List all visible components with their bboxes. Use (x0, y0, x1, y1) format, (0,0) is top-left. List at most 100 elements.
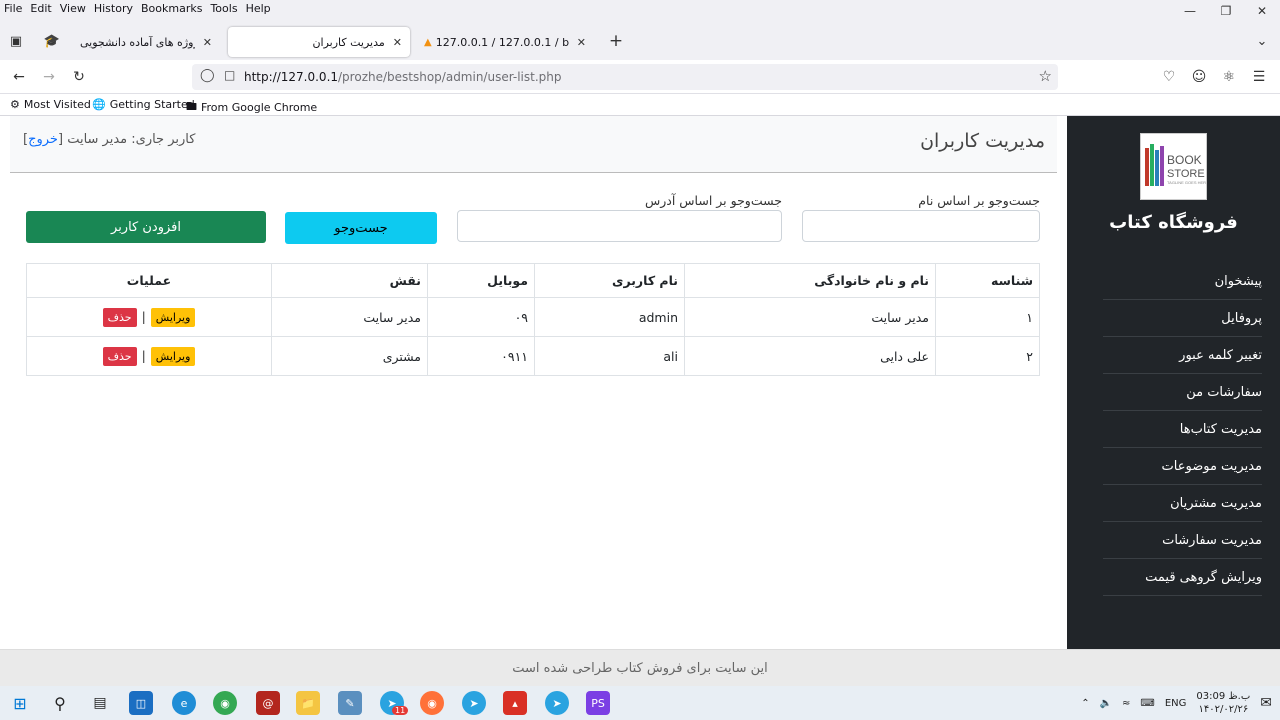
menu-view[interactable]: View (60, 2, 86, 15)
menu-bookmarks[interactable]: Bookmarks (141, 2, 202, 15)
sidebar-item-manage-topics[interactable]: مدیریت موضوعات (1103, 448, 1262, 485)
app-icon[interactable]: @ (256, 691, 280, 715)
current-user-info: کاربر جاری: مدیر سایت [خروج] (23, 132, 196, 147)
keyboard-icon[interactable]: ⌨ (1140, 698, 1154, 709)
menu-help[interactable]: Help (246, 2, 271, 15)
users-table: شناسه نام و نام خانوادگی نام کاربری موبا… (26, 263, 1040, 376)
list-tabs-icon[interactable]: ⌄ (1252, 31, 1272, 51)
tab-overview-icon[interactable]: ▣ (6, 31, 26, 51)
bookmark-label: Getting Started (109, 98, 195, 111)
sidebar-item-my-orders[interactable]: سفارشات من (1103, 374, 1262, 411)
account-icon[interactable]: ☺ (1188, 66, 1210, 88)
notifications-icon[interactable]: ✉ (1260, 695, 1272, 711)
column-role: نقش (271, 263, 428, 298)
clock-time: 03:09 ب.ظ (1196, 691, 1251, 702)
sidebar-item-bulk-price-edit[interactable]: ویرایش گروهی قیمت (1103, 559, 1262, 596)
sidebar-item-manage-customers[interactable]: مدیریت مشتریان (1103, 485, 1262, 522)
cell-role: مدیر سایت (271, 297, 428, 337)
bookmarks-toolbar: ⚙ Most Visited 🌐 Getting Started 🖿 From Goo… (0, 94, 1280, 116)
sidebar-item-profile[interactable]: پروفایل (1103, 300, 1262, 337)
tab-title: پروژه های آماده دانشجویی (80, 35, 195, 49)
forward-icon[interactable]: → (38, 66, 60, 88)
close-tab-icon[interactable]: ✕ (577, 36, 586, 49)
reload-icon[interactable]: ↻ (68, 66, 90, 88)
bookmark-getting-started[interactable]: 🌐 Getting Started (92, 98, 195, 111)
column-fullname: نام و نام خانوادگی (684, 263, 936, 298)
search-icon[interactable]: ⚲ (48, 691, 72, 715)
tab-user-management[interactable]: مدیریت کاربران ✕ (228, 27, 410, 57)
chevron-up-icon[interactable]: ⌃ (1081, 698, 1089, 709)
delete-button[interactable]: حذف (102, 307, 137, 327)
extensions-icon[interactable]: ⚛ (1218, 66, 1240, 88)
task-view-icon[interactable]: ▤ (88, 691, 112, 715)
delete-button[interactable]: حذف (102, 346, 137, 366)
restore-icon[interactable]: ❐ (1208, 0, 1244, 22)
url-text[interactable]: http://127.0.0.1/prozhe/bestshop/admin/u… (244, 70, 562, 84)
store-icon[interactable]: ◫ (129, 691, 153, 715)
edit-button[interactable]: ویرایش (150, 307, 196, 327)
bookmark-from-chrome[interactable]: 🖿 From Google Chrome (186, 98, 317, 117)
shield-icon[interactable]: ◯ (200, 68, 215, 83)
pdf-reader-icon[interactable]: ▴ (503, 691, 527, 715)
sidebar-item-manage-orders[interactable]: مدیریت سفارشات (1103, 522, 1262, 559)
phpstorm-icon[interactable]: PS (586, 691, 610, 715)
sidebar-item-dashboard[interactable]: پیشخوان (1103, 263, 1262, 300)
search-name-input[interactable] (802, 210, 1040, 242)
close-window-icon[interactable]: ✕ (1244, 0, 1280, 22)
cell-username: ali (534, 336, 685, 376)
globe-icon: 🌐 (92, 98, 106, 111)
chrome-icon[interactable]: ◉ (213, 691, 237, 715)
minimize-icon[interactable]: — (1172, 0, 1208, 22)
new-tab-icon[interactable]: + (606, 31, 626, 51)
menu-file[interactable]: File (4, 2, 22, 15)
folder-icon: 🖿 (186, 100, 197, 113)
clock-date: ۱۴۰۲/۰۲/۲۶ (1198, 704, 1249, 715)
notepad-icon[interactable]: ✎ (338, 691, 362, 715)
cell-username: admin (534, 297, 685, 337)
pocket-icon[interactable]: ♡ (1158, 66, 1180, 88)
logout-link[interactable]: خروج (28, 132, 58, 147)
close-tab-icon[interactable]: ✕ (203, 36, 212, 49)
wifi-icon[interactable]: ≈ (1122, 698, 1130, 709)
books-logo-icon: BOOK STORE TAGLINE GOES HERE (1145, 144, 1209, 186)
edit-button[interactable]: ویرایش (150, 346, 196, 366)
bookmark-most-visited[interactable]: ⚙ Most Visited (10, 98, 91, 111)
close-tab-icon[interactable]: ✕ (393, 36, 402, 49)
column-username: نام کاربری (534, 263, 685, 298)
windows-taskbar: ⊞ ⚲ ▤ ◫ e ◉ @ 📁 ✎ ➤ 11 ◉ ➤ ▴ ➤ PS ⌃ 🔈 ≈ … (0, 686, 1280, 720)
menu-tools[interactable]: Tools (210, 2, 237, 15)
telegram-2-icon[interactable]: ➤ (462, 691, 486, 715)
back-icon[interactable]: ← (8, 66, 30, 88)
app-menu-icon[interactable]: ☰ (1248, 66, 1270, 88)
language-indicator[interactable]: ENG (1165, 698, 1187, 709)
clock[interactable]: 03:09 ب.ظ ۱۴۰۲/۰۲/۲۶ (1196, 690, 1250, 716)
cell-role: مشتری (271, 336, 428, 376)
page-title: مدیریت کاربران (920, 130, 1045, 152)
windows-start-icon[interactable]: ⊞ (8, 691, 32, 715)
add-user-button[interactable]: افزودن کاربر (26, 211, 266, 243)
menu-bar: File Edit View History Bookmarks Tools H… (0, 0, 1280, 22)
cell-id: ۲ (935, 336, 1040, 376)
pinned-tab-icon[interactable]: 🎓 (42, 31, 62, 51)
firefox-icon[interactable]: ◉ (420, 691, 444, 715)
menu-history[interactable]: History (94, 2, 133, 15)
volume-icon[interactable]: 🔈 (1100, 698, 1112, 709)
cell-fullname: مدیر سایت (684, 297, 936, 337)
sidebar-item-change-password[interactable]: تغییر کلمه عبور (1103, 337, 1262, 374)
file-explorer-icon[interactable]: 📁 (296, 691, 320, 715)
table-header-row: شناسه نام و نام خانوادگی نام کاربری موبا… (26, 263, 1040, 298)
tab-title: مدیریت کاربران (312, 35, 385, 49)
address-bar[interactable]: ◯ □ http://127.0.0.1/prozhe/bestshop/adm… (192, 64, 1058, 90)
tab-student-projects[interactable]: پروژه های آماده دانشجویی ✕ (72, 27, 220, 57)
sidebar-item-manage-books[interactable]: مدیریت کتاب‌ها (1103, 411, 1262, 448)
search-button[interactable]: جست‌وجو (285, 212, 437, 244)
tab-phpmyadmin[interactable]: ▲ 127.0.0.1 / 127.0.0.1 / bestshop ✕ (416, 27, 594, 57)
search-address-input[interactable] (457, 210, 782, 242)
table-row: ۲ علی دایی ali ۰۹۱۱ مشتری ویرایش|حذف (26, 336, 1040, 376)
store-logo[interactable]: BOOK STORE TAGLINE GOES HERE (1140, 133, 1209, 200)
phpmyadmin-icon: ▲ (424, 36, 432, 48)
menu-edit[interactable]: Edit (30, 2, 51, 15)
edge-icon[interactable]: e (172, 691, 196, 715)
bookmark-star-icon[interactable]: ☆ (1039, 67, 1052, 85)
telegram-3-icon[interactable]: ➤ (545, 691, 569, 715)
